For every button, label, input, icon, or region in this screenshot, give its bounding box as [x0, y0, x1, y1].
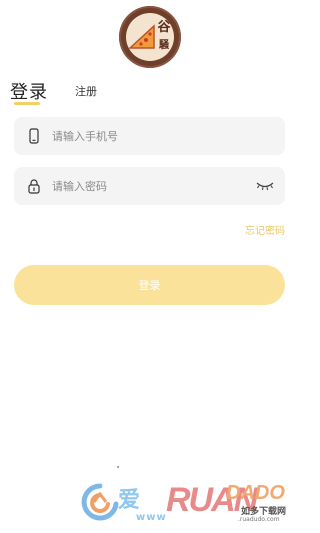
password-input[interactable]	[52, 167, 252, 205]
active-tab-indicator	[14, 102, 40, 105]
phone-field	[14, 117, 285, 155]
phone-icon	[29, 128, 39, 144]
watermark-ai-text: 爱	[118, 488, 141, 513]
auth-tabs: 登录 注册	[0, 76, 300, 106]
login-button[interactable]: 登录	[14, 265, 285, 305]
tab-register[interactable]: 注册	[75, 83, 97, 99]
dot-mark	[117, 466, 119, 468]
watermark-url-text: .ruadudo.com	[238, 516, 280, 523]
logo-badge: 谷 騒	[126, 13, 174, 61]
lock-icon	[28, 179, 40, 194]
pizza-icon	[128, 24, 155, 49]
app-logo: 谷 騒	[119, 6, 181, 68]
logo-text-top: 谷	[157, 20, 171, 35]
forgot-password-link[interactable]: 忘记密码	[245, 222, 285, 237]
tab-login[interactable]: 登录	[10, 78, 48, 104]
logo-text-bottom: 騒	[159, 40, 169, 51]
watermark-www-text: www	[136, 512, 167, 523]
logo-text: 谷 騒	[155, 19, 173, 55]
phone-input[interactable]	[52, 117, 252, 155]
watermark-dado-text: DADO	[226, 482, 285, 504]
swirl-logo-icon	[81, 483, 119, 521]
eye-closed-icon[interactable]	[255, 179, 275, 193]
password-field	[14, 167, 285, 205]
watermark: 爱 www RUAN DADO 如多下载网 .ruadudo.com	[78, 478, 293, 530]
